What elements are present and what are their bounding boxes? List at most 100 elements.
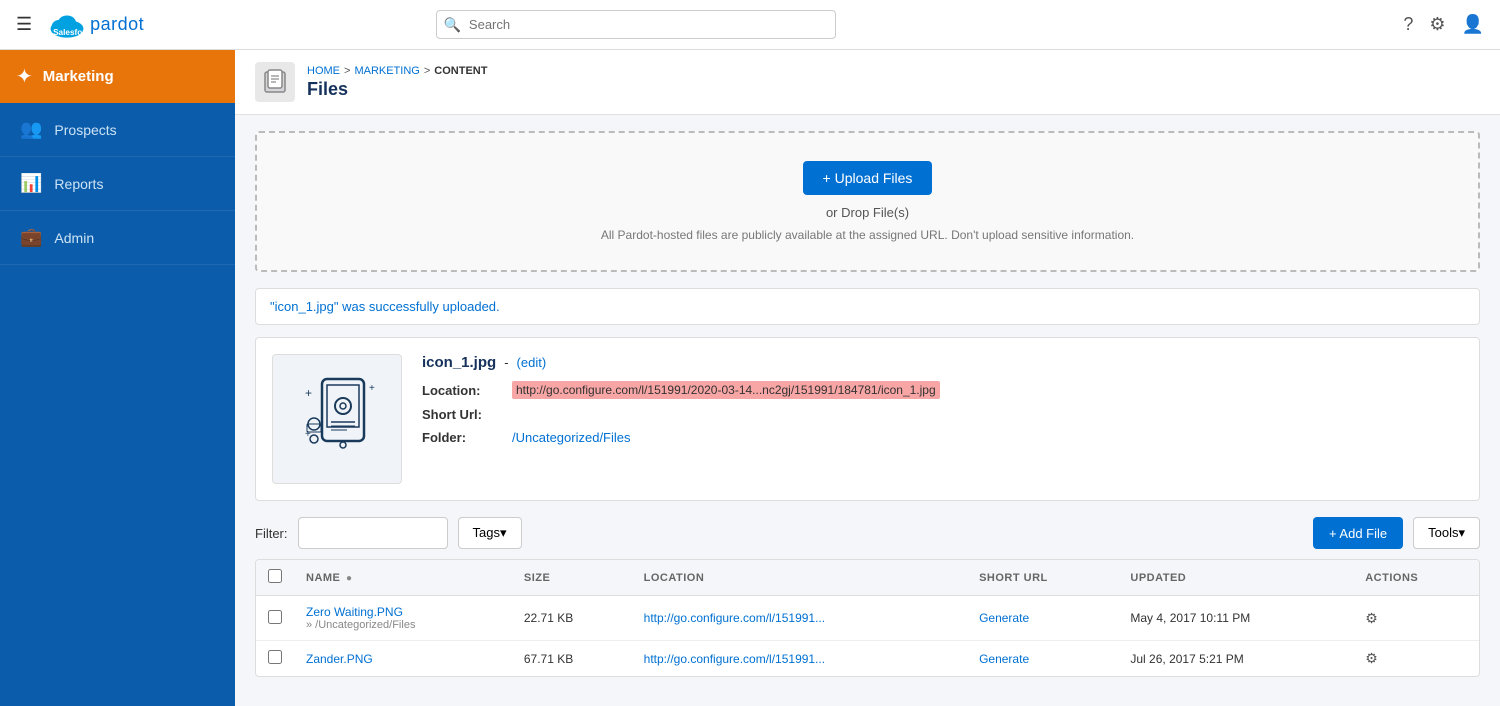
svg-text:+: + (369, 383, 375, 394)
add-file-button[interactable]: + Add File (1313, 517, 1403, 549)
file-info: icon_1.jpg - (edit) Location: http://go.… (422, 354, 1463, 453)
marketing-label: Marketing (43, 68, 114, 85)
search-bar: 🔍 (436, 10, 836, 39)
row-generate-link[interactable]: Generate (979, 652, 1029, 666)
drop-text: or Drop File(s) (277, 205, 1458, 220)
files-icon (261, 68, 289, 96)
prospects-label: Prospects (54, 122, 116, 138)
breadcrumb-sep1: > (344, 65, 350, 77)
row-checkbox[interactable] (268, 650, 282, 664)
name-sort-icon: ● (346, 573, 353, 584)
marketing-icon: ✦ (16, 64, 33, 89)
file-folder-field: Folder: /Uncategorized/Files (422, 430, 1463, 445)
col-actions: ACTIONS (1353, 560, 1479, 596)
tags-button[interactable]: Tags▾ (458, 517, 522, 549)
file-thumbnail: + + + (272, 354, 402, 484)
row-checkbox-cell[interactable] (256, 596, 294, 641)
row-size-cell: 67.71 KB (512, 641, 632, 677)
col-updated: UPDATED (1118, 560, 1353, 596)
row-actions-button[interactable]: ⚙ (1365, 610, 1378, 627)
help-button[interactable]: ? (1403, 14, 1413, 35)
row-location-link[interactable]: http://go.configure.com/l/151991... (644, 611, 825, 625)
svg-text:Salesforce: Salesforce (53, 28, 86, 37)
col-short-url: SHORT URL (967, 560, 1118, 596)
success-banner: "icon_1.jpg" was successfully uploaded. (255, 288, 1480, 325)
row-short-url-cell: Generate (967, 641, 1118, 677)
col-name: NAME ● (294, 560, 512, 596)
reports-icon: 📊 (20, 173, 42, 194)
row-checkbox-cell[interactable] (256, 641, 294, 677)
row-name-cell: Zero Waiting.PNG » /Uncategorized/Files (294, 596, 512, 641)
user-button[interactable]: 👤 (1462, 14, 1484, 35)
row-location-link[interactable]: http://go.configure.com/l/151991... (644, 652, 825, 666)
sidebar: ✦ Marketing 👥 Prospects 📊 Reports 💼 Admi… (0, 50, 235, 706)
page-title: Files (307, 79, 487, 100)
filter-input[interactable] (298, 517, 448, 549)
select-all-checkbox[interactable] (268, 569, 282, 583)
row-checkbox[interactable] (268, 610, 282, 624)
drop-zone[interactable]: + Upload Files or Drop File(s) All Pardo… (255, 131, 1480, 272)
sidebar-item-prospects[interactable]: 👥 Prospects (0, 103, 235, 157)
col-size: SIZE (512, 560, 632, 596)
row-actions-cell: ⚙ (1353, 641, 1479, 677)
breadcrumb-marketing[interactable]: MARKETING (354, 65, 419, 77)
breadcrumb-home[interactable]: HOME (307, 65, 340, 77)
folder-label: Folder: (422, 430, 512, 445)
page-header: HOME > MARKETING > CONTENT Files (235, 50, 1500, 115)
short-url-label: Short Url: (422, 407, 512, 422)
row-name-link[interactable]: Zero Waiting.PNG (306, 605, 403, 619)
file-name: icon_1.jpg (422, 354, 496, 371)
top-nav: ☰ Salesforce pardot 🔍 ? ⚙ 👤 (0, 0, 1500, 50)
svg-text:+: + (305, 386, 312, 400)
main-layout: ✦ Marketing 👥 Prospects 📊 Reports 💼 Admi… (0, 50, 1500, 706)
file-name-row: icon_1.jpg - (edit) (422, 354, 1463, 371)
row-updated-cell: Jul 26, 2017 5:21 PM (1118, 641, 1353, 677)
file-edit-link[interactable]: (edit) (517, 355, 547, 370)
settings-button[interactable]: ⚙ (1429, 14, 1445, 35)
row-name-link[interactable]: Zander.PNG (306, 652, 373, 666)
sidebar-item-marketing[interactable]: ✦ Marketing (0, 50, 235, 103)
logo-pardot-text: pardot (90, 14, 144, 35)
row-actions-cell: ⚙ (1353, 596, 1479, 641)
folder-path-link[interactable]: /Uncategorized/Files (512, 430, 631, 445)
row-short-url-cell: Generate (967, 596, 1118, 641)
tools-button[interactable]: Tools▾ (1413, 517, 1480, 549)
page-icon (255, 62, 295, 102)
add-file-btn-label: + Add File (1329, 526, 1387, 541)
row-size-cell: 22.71 KB (512, 596, 632, 641)
search-input[interactable] (436, 10, 836, 39)
breadcrumb-sep2: > (424, 65, 430, 77)
row-location-cell: http://go.configure.com/l/151991... (632, 596, 967, 641)
file-card: + + + icon_1.jpg - (edit) (255, 337, 1480, 501)
success-message: "icon_1.jpg" was successfully uploaded. (270, 299, 500, 314)
table-row: Zero Waiting.PNG » /Uncategorized/Files … (256, 596, 1479, 641)
prospects-icon: 👥 (20, 119, 42, 140)
hamburger-button[interactable]: ☰ (16, 14, 32, 35)
tools-btn-label: Tools▾ (1428, 525, 1465, 541)
file-location-field: Location: http://go.configure.com/l/1519… (422, 381, 1463, 399)
filter-label: Filter: (255, 526, 288, 541)
row-name-cell: Zander.PNG (294, 641, 512, 677)
tags-btn-label: Tags▾ (473, 525, 507, 541)
content-area: HOME > MARKETING > CONTENT Files + Uploa… (235, 50, 1500, 706)
sidebar-item-reports[interactable]: 📊 Reports (0, 157, 235, 211)
search-icon: 🔍 (444, 16, 461, 33)
row-updated-cell: May 4, 2017 10:11 PM (1118, 596, 1353, 641)
location-url[interactable]: http://go.configure.com/l/151991/2020-03… (512, 381, 940, 399)
breadcrumb-area: HOME > MARKETING > CONTENT Files (307, 65, 487, 100)
nav-actions: ? ⚙ 👤 (1403, 14, 1484, 35)
row-actions-button[interactable]: ⚙ (1365, 650, 1378, 667)
row-generate-link[interactable]: Generate (979, 611, 1029, 625)
table-row: Zander.PNG 67.71 KB http://go.configure.… (256, 641, 1479, 677)
file-preview-icon: + + + (287, 369, 387, 469)
file-shorturl-field: Short Url: (422, 407, 1463, 422)
row-location-cell: http://go.configure.com/l/151991... (632, 641, 967, 677)
admin-label: Admin (54, 230, 94, 246)
sidebar-item-admin[interactable]: 💼 Admin (0, 211, 235, 265)
logo: Salesforce pardot (48, 11, 144, 39)
col-checkbox (256, 560, 294, 596)
admin-icon: 💼 (20, 227, 42, 248)
col-location: LOCATION (632, 560, 967, 596)
upload-files-button[interactable]: + Upload Files (803, 161, 933, 195)
breadcrumb: HOME > MARKETING > CONTENT (307, 65, 487, 77)
